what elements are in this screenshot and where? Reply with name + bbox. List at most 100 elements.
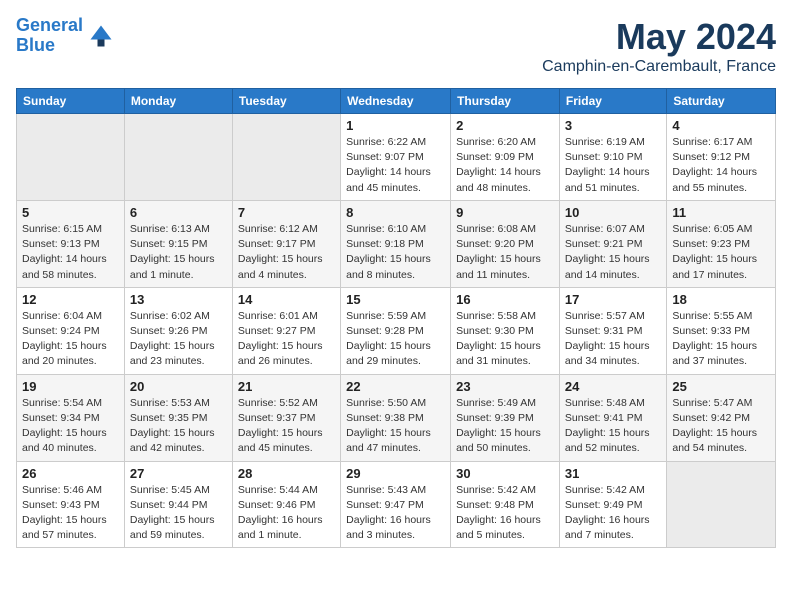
day-number: 15 xyxy=(346,292,445,307)
calendar-week-row: 1Sunrise: 6:22 AMSunset: 9:07 PMDaylight… xyxy=(17,114,776,201)
calendar-cell: 14Sunrise: 6:01 AMSunset: 9:27 PMDayligh… xyxy=(232,287,340,374)
day-info: Sunrise: 5:58 AMSunset: 9:30 PMDaylight:… xyxy=(456,309,554,370)
calendar-cell: 31 Sunrise: 5:42 AMSunset: 9:49 PMDayligh… xyxy=(559,461,666,548)
day-number: 31 xyxy=(565,466,661,481)
page-header: General Blue May 2024 Camphin-en-Caremba… xyxy=(16,16,776,76)
day-number: 12 xyxy=(22,292,119,307)
calendar-cell: 26 Sunrise: 5:46 AMSunset: 9:43 PMDayligh… xyxy=(17,461,125,548)
weekday-header-tuesday: Tuesday xyxy=(232,89,340,114)
calendar-cell: 4 Sunrise: 6:17 AMSunset: 9:12 PMDaylight… xyxy=(667,114,776,201)
day-info: Sunrise: 5:42 AMSunset: 9:49 PMDaylight:… xyxy=(565,483,661,544)
day-info: Sunrise: 5:50 AMSunset: 9:38 PMDaylight:… xyxy=(346,396,445,457)
day-info: Sunrise: 6:02 AMSunset: 9:26 PMDaylight:… xyxy=(130,309,227,370)
day-info: Sunrise: 5:53 AMSunset: 9:35 PMDaylight:… xyxy=(130,396,227,457)
calendar-cell: 3 Sunrise: 6:19 AMSunset: 9:10 PMDaylight… xyxy=(559,114,666,201)
calendar-cell: 24 Sunrise: 5:48 AMSunset: 9:41 PMDayligh… xyxy=(559,374,666,461)
location-title: Camphin-en-Carembault, France xyxy=(542,58,776,76)
day-info: Sunrise: 5:52 AMSunset: 9:37 PMDaylight:… xyxy=(238,396,335,457)
day-info: Sunrise: 5:59 AMSunset: 9:28 PMDaylight:… xyxy=(346,309,445,370)
day-info: Sunrise: 5:42 AMSunset: 9:48 PMDaylight:… xyxy=(456,483,554,544)
calendar-cell xyxy=(667,461,776,548)
day-number: 14 xyxy=(238,292,335,307)
calendar-cell xyxy=(124,114,232,201)
day-number: 2 xyxy=(456,118,554,133)
calendar-cell: 27 Sunrise: 5:45 AMSunset: 9:44 PMDayligh… xyxy=(124,461,232,548)
calendar-cell: 19 Sunrise: 5:54 AMSunset: 9:34 PMDayligh… xyxy=(17,374,125,461)
day-info: Sunrise: 6:05 AMSunset: 9:23 PMDaylight:… xyxy=(672,222,770,283)
weekday-header-row: SundayMondayTuesdayWednesdayThursdayFrid… xyxy=(17,89,776,114)
day-number: 29 xyxy=(346,466,445,481)
title-block: May 2024 Camphin-en-Carembault, France xyxy=(542,16,776,76)
day-number: 28 xyxy=(238,466,335,481)
calendar-cell: 2 Sunrise: 6:20 AMSunset: 9:09 PMDaylight… xyxy=(451,114,560,201)
day-info: Sunrise: 6:07 AMSunset: 9:21 PMDaylight:… xyxy=(565,222,661,283)
day-number: 10 xyxy=(565,205,661,220)
calendar-cell: 29Sunrise: 5:43 AMSunset: 9:47 PMDayligh… xyxy=(341,461,451,548)
day-info: Sunrise: 5:57 AMSunset: 9:31 PMDaylight:… xyxy=(565,309,661,370)
day-info: Sunrise: 5:46 AMSunset: 9:43 PMDaylight:… xyxy=(22,483,119,544)
calendar-cell: 20 Sunrise: 5:53 AMSunset: 9:35 PMDayligh… xyxy=(124,374,232,461)
calendar-cell: 16 Sunrise: 5:58 AMSunset: 9:30 PMDayligh… xyxy=(451,287,560,374)
day-info: Sunrise: 5:48 AMSunset: 9:41 PMDaylight:… xyxy=(565,396,661,457)
day-number: 26 xyxy=(22,466,119,481)
day-number: 23 xyxy=(456,379,554,394)
calendar-cell: 8Sunrise: 6:10 AMSunset: 9:18 PMDaylight… xyxy=(341,200,451,287)
calendar-cell: 12 Sunrise: 6:04 AMSunset: 9:24 PMDayligh… xyxy=(17,287,125,374)
calendar-cell: 10 Sunrise: 6:07 AMSunset: 9:21 PMDayligh… xyxy=(559,200,666,287)
day-number: 27 xyxy=(130,466,227,481)
calendar-cell: 17 Sunrise: 5:57 AMSunset: 9:31 PMDayligh… xyxy=(559,287,666,374)
day-info: Sunrise: 5:55 AMSunset: 9:33 PMDaylight:… xyxy=(672,309,770,370)
day-info: Sunrise: 6:20 AMSunset: 9:09 PMDaylight:… xyxy=(456,135,554,196)
calendar-cell: 6 Sunrise: 6:13 AMSunset: 9:15 PMDaylight… xyxy=(124,200,232,287)
day-info: Sunrise: 6:15 AMSunset: 9:13 PMDaylight:… xyxy=(22,222,119,283)
calendar-week-row: 19 Sunrise: 5:54 AMSunset: 9:34 PMDayligh… xyxy=(17,374,776,461)
logo-icon xyxy=(87,22,115,50)
day-number: 16 xyxy=(456,292,554,307)
day-info: Sunrise: 6:04 AMSunset: 9:24 PMDaylight:… xyxy=(22,309,119,370)
weekday-header-saturday: Saturday xyxy=(667,89,776,114)
calendar-cell: 30Sunrise: 5:42 AMSunset: 9:48 PMDayligh… xyxy=(451,461,560,548)
calendar-cell: 18 Sunrise: 5:55 AMSunset: 9:33 PMDayligh… xyxy=(667,287,776,374)
day-number: 21 xyxy=(238,379,335,394)
day-number: 20 xyxy=(130,379,227,394)
day-number: 25 xyxy=(672,379,770,394)
day-number: 4 xyxy=(672,118,770,133)
calendar-cell: 15 Sunrise: 5:59 AMSunset: 9:28 PMDayligh… xyxy=(341,287,451,374)
calendar-table: SundayMondayTuesdayWednesdayThursdayFrid… xyxy=(16,88,776,548)
day-info: Sunrise: 6:17 AMSunset: 9:12 PMDaylight:… xyxy=(672,135,770,196)
day-info: Sunrise: 5:45 AMSunset: 9:44 PMDaylight:… xyxy=(130,483,227,544)
month-title: May 2024 xyxy=(542,16,776,58)
weekday-header-sunday: Sunday xyxy=(17,89,125,114)
day-info: Sunrise: 6:19 AMSunset: 9:10 PMDaylight:… xyxy=(565,135,661,196)
day-number: 17 xyxy=(565,292,661,307)
calendar-cell: 23Sunrise: 5:49 AMSunset: 9:39 PMDayligh… xyxy=(451,374,560,461)
calendar-cell xyxy=(17,114,125,201)
calendar-cell: 22 Sunrise: 5:50 AMSunset: 9:38 PMDayligh… xyxy=(341,374,451,461)
day-number: 24 xyxy=(565,379,661,394)
day-number: 5 xyxy=(22,205,119,220)
day-number: 6 xyxy=(130,205,227,220)
calendar-cell: 13Sunrise: 6:02 AMSunset: 9:26 PMDayligh… xyxy=(124,287,232,374)
calendar-cell: 5 Sunrise: 6:15 AMSunset: 9:13 PMDaylight… xyxy=(17,200,125,287)
day-info: Sunrise: 6:10 AMSunset: 9:18 PMDaylight:… xyxy=(346,222,445,283)
calendar-week-row: 5 Sunrise: 6:15 AMSunset: 9:13 PMDaylight… xyxy=(17,200,776,287)
day-info: Sunrise: 5:54 AMSunset: 9:34 PMDaylight:… xyxy=(22,396,119,457)
weekday-header-friday: Friday xyxy=(559,89,666,114)
day-number: 22 xyxy=(346,379,445,394)
logo-text: General Blue xyxy=(16,16,83,56)
day-number: 7 xyxy=(238,205,335,220)
calendar-cell: 25Sunrise: 5:47 AMSunset: 9:42 PMDayligh… xyxy=(667,374,776,461)
day-info: Sunrise: 6:13 AMSunset: 9:15 PMDaylight:… xyxy=(130,222,227,283)
weekday-header-monday: Monday xyxy=(124,89,232,114)
day-info: Sunrise: 6:12 AMSunset: 9:17 PMDaylight:… xyxy=(238,222,335,283)
calendar-cell: 28Sunrise: 5:44 AMSunset: 9:46 PMDayligh… xyxy=(232,461,340,548)
calendar-week-row: 26 Sunrise: 5:46 AMSunset: 9:43 PMDayligh… xyxy=(17,461,776,548)
day-number: 18 xyxy=(672,292,770,307)
calendar-week-row: 12 Sunrise: 6:04 AMSunset: 9:24 PMDayligh… xyxy=(17,287,776,374)
day-number: 1 xyxy=(346,118,445,133)
day-number: 3 xyxy=(565,118,661,133)
calendar-cell: 7 Sunrise: 6:12 AMSunset: 9:17 PMDaylight… xyxy=(232,200,340,287)
calendar-cell: 21 Sunrise: 5:52 AMSunset: 9:37 PMDayligh… xyxy=(232,374,340,461)
day-number: 19 xyxy=(22,379,119,394)
logo: General Blue xyxy=(16,16,115,56)
